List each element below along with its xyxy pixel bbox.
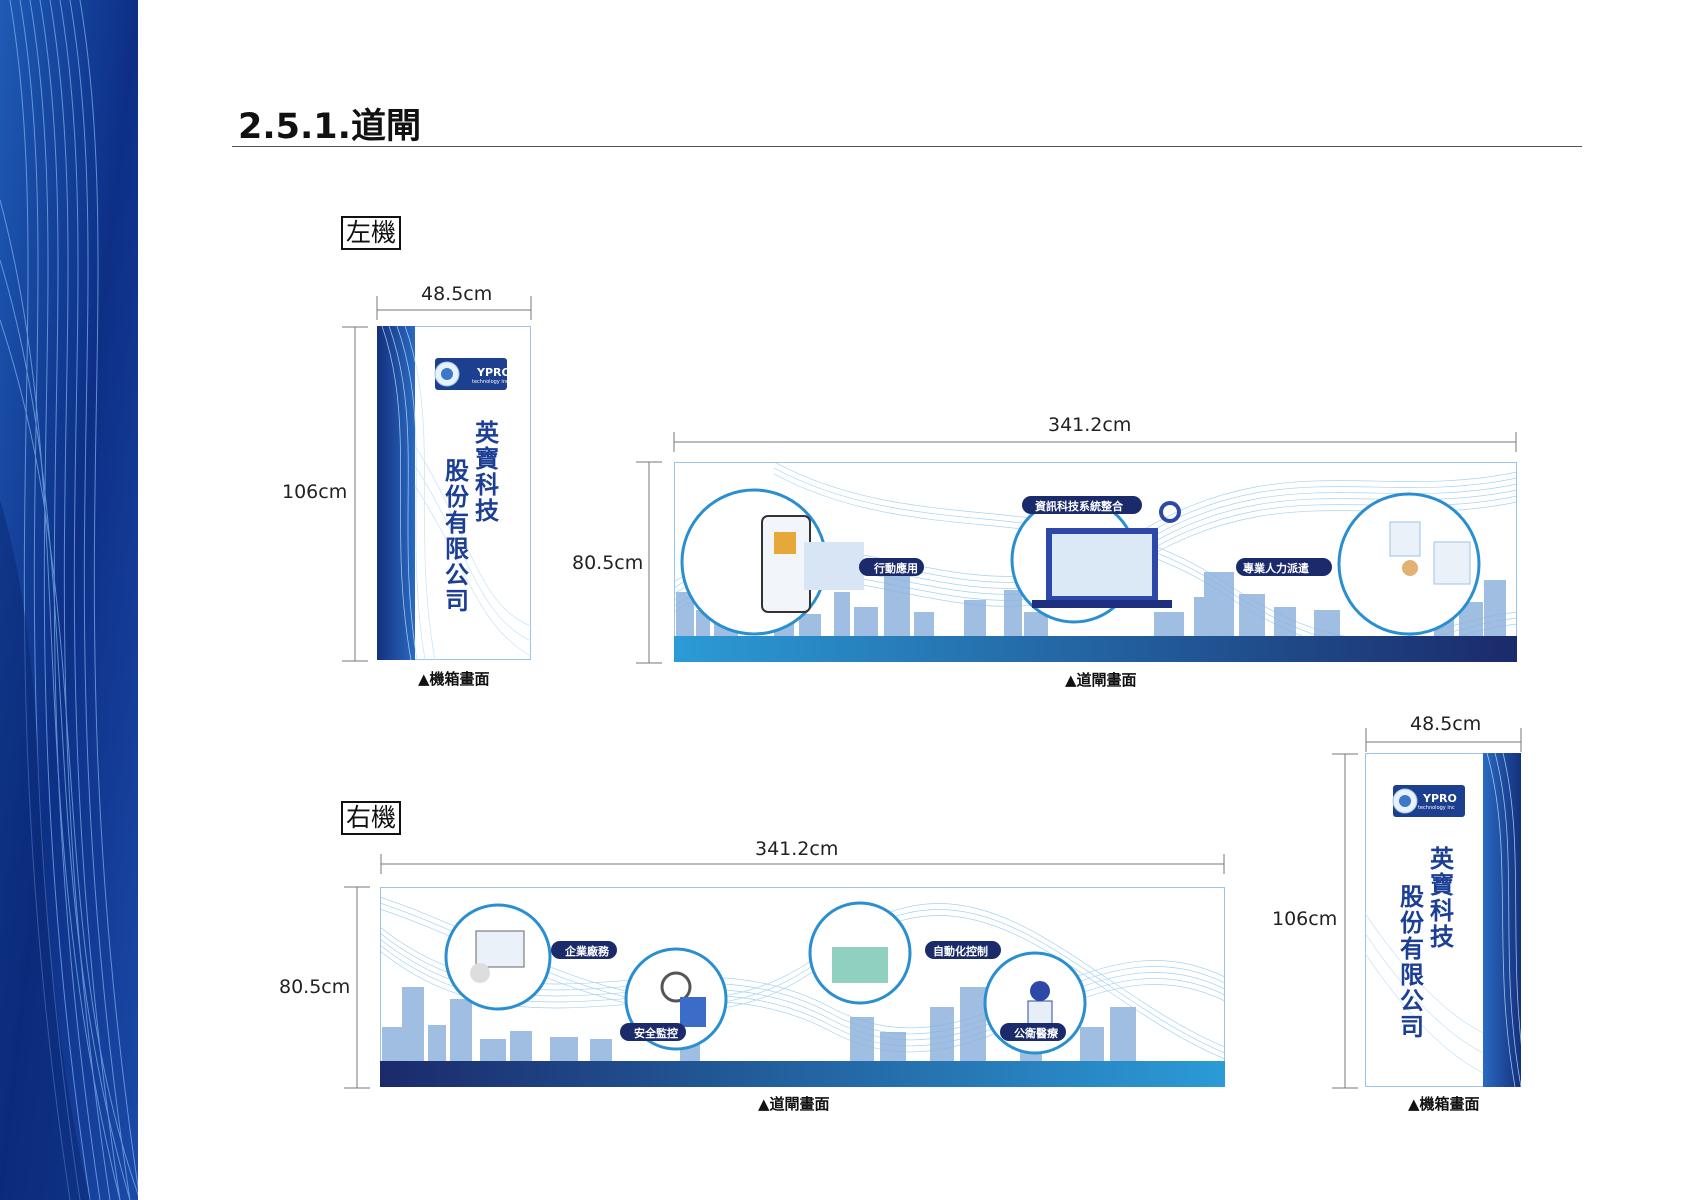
left-machine-label: 左機	[341, 216, 402, 250]
right-machine-label: 右機	[341, 801, 402, 835]
left-cabinet-logo-text: YPRO	[477, 366, 511, 379]
right-box-height-label: 106cm	[1272, 908, 1338, 930]
right-cabinet-company-line1: 英寶科技	[1430, 845, 1454, 951]
tag-enterprise-factory: 企業廠務	[565, 945, 609, 958]
right-cabinet-logo-text: YPRO	[1423, 792, 1457, 805]
tag-it-integration: 資訊科技系統整合	[1035, 500, 1123, 513]
tag-staffing: 專業人力派遣	[1243, 562, 1309, 575]
right-gate-width-label: 341.2cm	[755, 838, 839, 860]
left-decorative-band	[0, 0, 138, 1200]
left-gate-caption: ▲道閘畫面	[1065, 671, 1137, 689]
title-divider	[232, 146, 1582, 147]
right-cabinet-company-line2: 股份有限公司	[1400, 883, 1424, 1041]
right-gate-panel	[380, 887, 1225, 1087]
left-cabinet-logo-subtext: technology inc	[472, 379, 509, 385]
left-box-height-label: 106cm	[282, 481, 348, 503]
tag-mobile-app: 行動應用	[874, 562, 918, 575]
tag-automation-control: 自動化控制	[933, 945, 988, 958]
right-box-width-label: 48.5cm	[1410, 713, 1482, 735]
left-box-width-label: 48.5cm	[421, 283, 493, 305]
tag-public-health: 公衛醫療	[1014, 1027, 1058, 1040]
right-gate-height-label: 80.5cm	[279, 976, 351, 998]
right-box-caption: ▲機箱畫面	[1408, 1095, 1480, 1113]
tag-security-monitoring: 安全監控	[634, 1027, 678, 1040]
right-gate-caption: ▲道閘畫面	[758, 1095, 830, 1113]
left-box-caption: ▲機箱畫面	[418, 670, 490, 688]
left-gate-panel	[674, 462, 1517, 662]
left-cabinet-company-line2: 股份有限公司	[445, 457, 469, 615]
right-cabinet-logo-subtext: technology inc	[1418, 805, 1455, 811]
left-gate-height-label: 80.5cm	[572, 552, 644, 574]
left-cabinet-company-line1: 英寶科技	[475, 419, 499, 525]
page-title: 2.5.1.道閘	[238, 107, 421, 147]
left-gate-width-label: 341.2cm	[1048, 414, 1132, 436]
